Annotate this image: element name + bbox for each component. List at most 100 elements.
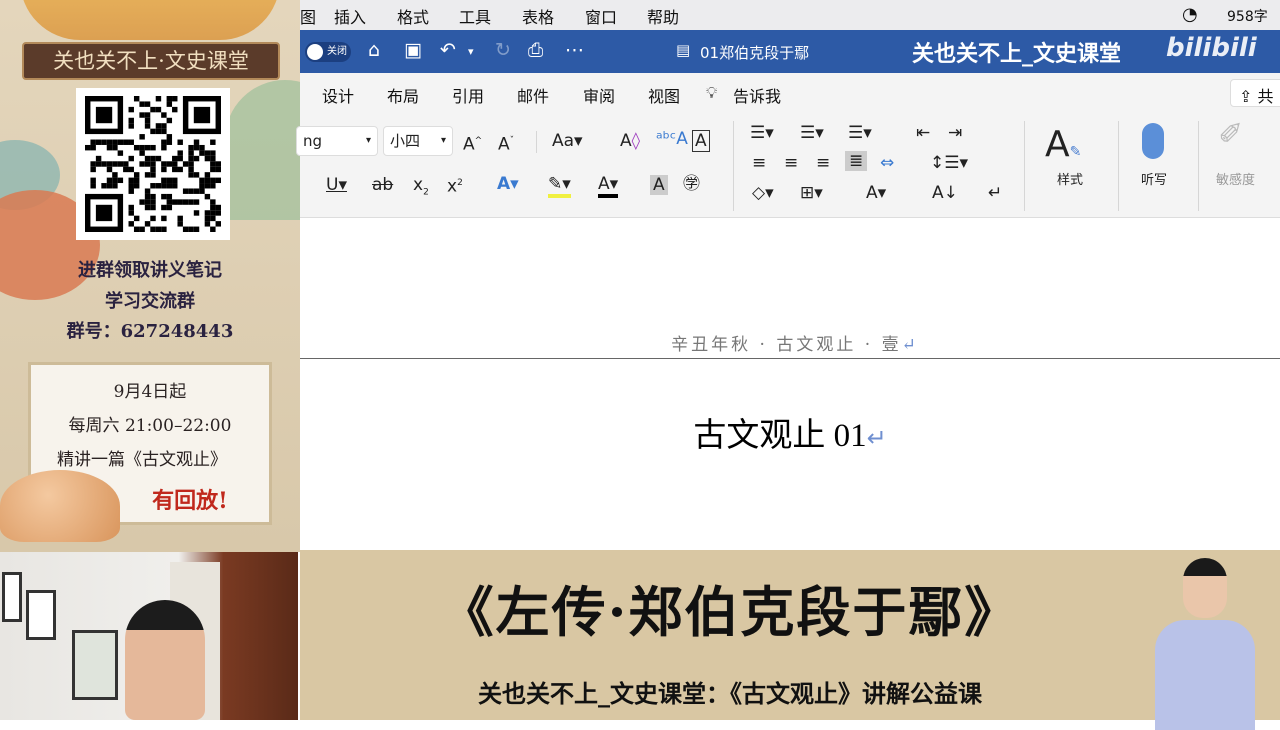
autosave-toggle[interactable]: 关闭 — [305, 42, 351, 62]
increase-indent-icon[interactable]: ⇥ — [948, 123, 962, 143]
font-family-select[interactable]: ng ▾ — [296, 126, 378, 156]
menu-help[interactable]: 帮助 — [647, 4, 679, 28]
numbering-icon[interactable]: ☰▾ — [800, 123, 824, 143]
document-title[interactable]: 01郑伯克段于鄢 — [700, 42, 809, 63]
wall-painting — [72, 630, 118, 700]
underline-icon[interactable]: U▾ — [326, 175, 347, 195]
undo-dropdown-icon[interactable]: ▾ — [468, 45, 474, 58]
justify-icon[interactable]: ≣ — [845, 151, 868, 171]
font-color-icon[interactable]: A▾ — [598, 174, 619, 198]
status-icon[interactable]: ◔ — [1182, 4, 1198, 25]
ribbon-tabs: 设计 布局 引用 邮件 审阅 视图 💡︎ 告诉我 ⇪ 共 — [300, 73, 1280, 113]
channel-watermark: 关也关不上_文史课堂 — [912, 42, 1122, 67]
channel-banner: 关也关不上·文史课堂 — [22, 42, 280, 80]
menu-window[interactable]: 窗口 — [585, 4, 617, 28]
font-size: 小四 — [390, 132, 421, 150]
start-date: 9月4日起 — [113, 382, 187, 402]
wall-frame — [2, 572, 22, 622]
word-doc-icon: ▤ — [676, 41, 691, 59]
decrease-indent-icon[interactable]: ⇤ — [916, 123, 930, 143]
char-shading-icon[interactable]: A — [650, 175, 668, 195]
presenter — [125, 600, 205, 720]
sort-icon[interactable]: A↓ — [932, 183, 958, 203]
menu-format[interactable]: 格式 — [397, 4, 429, 28]
tab-design[interactable]: 设计 — [322, 83, 354, 107]
lesson-title: 《左传·郑伯克段于鄢》 — [439, 580, 1021, 644]
home-icon[interactable]: ⌂ — [368, 39, 380, 61]
undo-icon[interactable]: ↶ — [440, 39, 456, 61]
header-divider — [300, 358, 1280, 359]
change-case-icon[interactable]: Aa▾ — [552, 131, 583, 151]
decor-mountain — [225, 80, 300, 220]
print-icon[interactable]: ⎙ — [528, 39, 543, 61]
align-right-icon[interactable]: ≡ — [816, 153, 830, 173]
borders-icon[interactable]: ⊞▾ — [800, 183, 823, 203]
promo-line: 学习交流群 — [105, 291, 195, 312]
document-page[interactable]: 辛丑年秋 · 古文观止 · 壹↵ 古文观止 01↵ — [300, 218, 1280, 550]
course-content: 精讲一篇《古文观止》 — [57, 450, 227, 470]
more-icon[interactable]: ⋯ — [565, 39, 584, 61]
menu-insert[interactable]: 插入 — [334, 4, 366, 28]
styles-label[interactable]: 样式 — [1057, 171, 1083, 191]
promo-panel: 关也关不上·文史课堂 进群领取讲义笔记 学习交流群 群号：627248443 9… — [0, 0, 300, 552]
tab-references[interactable]: 引用 — [452, 83, 484, 107]
page-header: 辛丑年秋 · 古文观止 · 壹↵ — [300, 330, 1280, 355]
strikethrough-icon[interactable]: ab — [372, 175, 393, 195]
text-effects-icon[interactable]: A▾ — [497, 174, 519, 194]
tell-me-search[interactable]: 告诉我 — [733, 83, 781, 107]
enclose-char-icon[interactable]: ㊫ — [683, 174, 700, 194]
title-bar: 关闭 ⌂ ▣ ↶ ▾ ↻ ⎙ ⋯ ▤ 01郑伯克段于鄢 关也关不上_文史课堂 b… — [300, 30, 1280, 73]
save-icon[interactable]: ▣ — [404, 39, 422, 61]
wall-frame — [26, 590, 56, 640]
subscript-icon[interactable]: x2 — [413, 175, 429, 202]
tab-layout[interactable]: 布局 — [387, 83, 419, 107]
menu-table[interactable]: 表格 — [522, 4, 554, 28]
home-ribbon: ng ▾ 小四 ▾ A^ Aˇ Aa▾ A◊ ᵃᵇᶜA A U▾ ab x2 x2 … — [296, 113, 1280, 218]
bullets-icon[interactable]: ☰▾ — [750, 123, 774, 143]
dictate-label[interactable]: 听写 — [1141, 171, 1167, 191]
tab-mailings[interactable]: 邮件 — [517, 83, 549, 107]
tab-view[interactable]: 视图 — [648, 83, 680, 107]
shading-icon[interactable]: ◇▾ — [752, 183, 774, 203]
char-border-icon[interactable]: A — [692, 130, 710, 152]
word-count[interactable]: 958字 — [1227, 6, 1268, 26]
menu-view[interactable]: 图 — [300, 4, 316, 28]
styles-icon[interactable]: A✎ — [1045, 125, 1081, 172]
document-heading: 古文观止 01↵ — [300, 408, 1280, 456]
sensitivity-label[interactable]: 敏感度 — [1216, 171, 1255, 191]
share-button[interactable]: ⇪ 共 — [1230, 79, 1280, 107]
phonetic-icon[interactable]: ᵃᵇᶜA — [656, 129, 688, 149]
paragraph-mark: ↵ — [866, 426, 887, 452]
font-name: ng — [303, 132, 323, 150]
autosave-label: 关闭 — [327, 46, 347, 57]
clear-format-icon[interactable]: A◊ — [620, 131, 640, 151]
tab-review[interactable]: 审阅 — [583, 83, 615, 107]
group-number: 群号：627248443 — [66, 321, 234, 342]
lightbulb-icon: 💡︎ — [706, 83, 718, 102]
promo-line: 进群领取讲义笔记 — [78, 260, 222, 281]
decor-cloud — [20, 0, 280, 40]
multilevel-list-icon[interactable]: ☰▾ — [848, 123, 872, 143]
shrink-font-icon[interactable]: Aˇ — [498, 131, 514, 155]
font-size-select[interactable]: 小四 ▾ — [383, 126, 453, 156]
highlight-icon[interactable]: ✎▾ — [548, 174, 571, 198]
lesson-banner: 《左传·郑伯克段于鄢》 关也关不上_文史课堂：《古文观止》讲解公益课 — [300, 550, 1280, 730]
schedule-time: 每周六 21:00–22:00 — [68, 416, 232, 436]
menu-bar: 图 插入 格式 工具 表格 窗口 帮助 ◔ 958字 — [300, 0, 1280, 30]
sensitivity-icon[interactable]: ✐ — [1218, 120, 1243, 150]
superscript-icon[interactable]: x2 — [447, 173, 463, 197]
show-marks-icon[interactable]: ↵ — [988, 183, 1002, 203]
cat-image — [0, 470, 120, 542]
menu-tools[interactable]: 工具 — [459, 4, 491, 28]
bilibili-logo: bilibili — [1166, 33, 1257, 63]
redo-icon[interactable]: ↻ — [495, 39, 511, 61]
grow-font-icon[interactable]: A^ — [463, 131, 482, 155]
char-spacing-icon[interactable]: A▾ — [866, 183, 886, 203]
line-spacing-icon[interactable]: ↕☰▾ — [930, 153, 968, 173]
lesson-subtitle: 关也关不上_文史课堂：《古文观止》讲解公益课 — [478, 679, 982, 708]
align-center-icon[interactable]: ≡ — [784, 153, 798, 173]
align-left-icon[interactable]: ≡ — [752, 153, 766, 173]
distribute-icon[interactable]: ⇔ — [880, 153, 894, 173]
microphone-icon[interactable] — [1142, 123, 1164, 159]
presenter-photo — [1150, 558, 1260, 730]
